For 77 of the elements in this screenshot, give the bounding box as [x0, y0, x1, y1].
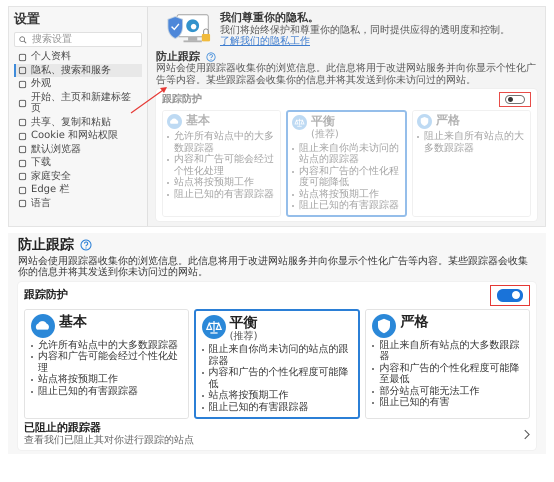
option-bullet: 阻止已知的有害跟踪器 — [174, 188, 274, 200]
option-bullet: 阻止已知的有害 — [379, 397, 450, 409]
option-card[interactable]: 严格 阻止来自所有站点的大多数跟踪器 内容和广告的个性化程度可能降至最低 部分站点可能无法工作 阻止已知的有害 — [365, 308, 530, 420]
blocked-trackers-row[interactable]: 已阻止的跟踪器 查看我们已阻止其对你进行跟踪的站点 — [24, 422, 530, 446]
sidebar-item[interactable]: 共享、复制和粘贴 — [14, 116, 142, 130]
option-bullet: 站点将按预期工作 — [38, 374, 118, 386]
banner-title: 我们尊重你的隐私。 — [220, 12, 320, 24]
chevron-right-icon — [523, 428, 530, 440]
shield-icon — [417, 114, 432, 130]
option-bullet: 阻止来自所有站点的大多数跟踪器 — [379, 340, 520, 362]
privacy-illustration — [166, 12, 212, 45]
sidebar-item[interactable]: 默认浏览器 — [14, 142, 142, 156]
shield-icon — [372, 314, 396, 338]
settings-title: 设置 — [14, 13, 41, 28]
option-bullet: 阻止来自你尚未访问的站点的跟踪器 — [208, 344, 350, 367]
option-title: 平衡 — [311, 115, 336, 128]
bullet-dot — [372, 390, 374, 393]
cloud-icon — [167, 114, 182, 130]
option-bullet: 阻止来自所有站点的大多数跟踪器 — [424, 131, 525, 154]
section-heading: 防止跟踪 — [18, 236, 74, 253]
option-title: 严格 — [400, 314, 428, 330]
help-icon[interactable] — [80, 238, 92, 251]
sidebar-item[interactable]: Edge 栏 — [14, 183, 142, 197]
option-bullet: 站点将按预期工作 — [174, 177, 254, 188]
option-title: 基本 — [59, 314, 87, 330]
privacy-link[interactable]: 了解我们的隐私工作 — [220, 36, 310, 48]
scales-icon — [292, 115, 307, 130]
sidebar-item[interactable]: 个人资料 — [14, 50, 142, 64]
sidebar-item[interactable]: 隐私、搜索和服务 — [14, 64, 142, 78]
option-subtitle: (推荐) — [311, 129, 339, 141]
option-bullet: 站点将按预期工作 — [299, 188, 379, 200]
banner-text: 我们将始终保护和尊重你的隐私，同时提供应得的透明度和控制。 了解我们的隐私工作 — [220, 24, 511, 48]
option-bullet: 站点将按预期工作 — [208, 390, 289, 402]
section-description: 网站会使用跟踪器收集你的浏览信息。此信息将用于改进网站服务并向你显示个性化广告等内容。某些跟踪器会收集你的信息并将其发送到你未访问过的网站。 — [156, 63, 537, 86]
option-subtitle: (推荐) — [230, 330, 258, 342]
row-subtitle: 查看我们已阻止其对你进行跟踪的站点 — [24, 434, 194, 446]
sidebar-item[interactable]: 开始、主页和新建标签页 — [14, 90, 142, 116]
option-bullet: 阻止来自你尚未访问的站点的跟踪器 — [299, 142, 400, 166]
option-card[interactable]: 平衡 (推荐) 阻止来自你尚未访问的站点的跟踪器 内容和广告的个性化程度可能降低 站点将按预期工作 阻止已知的有害跟踪器 — [194, 308, 360, 420]
help-icon[interactable] — [206, 52, 216, 62]
bullet-dot — [202, 395, 204, 398]
option-bullet: 内容和广告的个性化程度可能降低 — [208, 367, 350, 390]
toggle-label: 跟踪防护 — [162, 94, 202, 106]
scales-icon — [202, 314, 226, 339]
toggle-switch[interactable] — [497, 288, 523, 302]
bullet-dot — [372, 402, 374, 404]
option-title: 平衡 — [230, 314, 258, 331]
sidebar-item[interactable]: 家庭安全 — [14, 170, 142, 184]
bullet-dot — [202, 372, 204, 374]
option-title: 严格 — [436, 114, 460, 128]
bullet-dot — [202, 406, 204, 409]
option-bullet: 内容和广告的个性化程度可能降低 — [299, 166, 400, 188]
bullet-dot — [372, 368, 374, 370]
option-bullet: 允许所有站点中的大多数跟踪器 — [174, 131, 275, 154]
option-bullet: 允许所有站点中的大多数跟踪器 — [38, 340, 178, 351]
option-bullet: 内容和广告的个性化程度可能降至最低 — [379, 362, 520, 386]
sidebar-item[interactable]: 下载 — [14, 156, 142, 170]
option-bullet: 部分站点可能无法工作 — [379, 386, 480, 397]
option-bullet: 阻止已知的有害跟踪器 — [299, 200, 399, 212]
search-field[interactable]: 搜索设置 — [14, 32, 142, 48]
sidebar-item[interactable]: 外观 — [14, 77, 142, 91]
bullet-dot — [202, 349, 204, 352]
bullet-dot — [372, 344, 374, 347]
section-description: 网站会使用跟踪器收集你的浏览信息。此信息将用于改进网站服务并向你显示个性化广告等内容。某些跟踪器会收集你的信息并将其发送到你未访问过的网站。 — [18, 256, 529, 279]
option-title: 基本 — [186, 114, 210, 128]
sidebar-item[interactable]: 语言 — [14, 196, 142, 210]
option-bullet: 阻止已知的有害跟踪器 — [208, 402, 309, 414]
option-bullet: 内容和广告可能会经过个性化处理 — [38, 351, 179, 374]
toggle-switch[interactable] — [505, 95, 525, 104]
option-bullet: 内容和广告可能会经过个性化处理 — [174, 154, 275, 177]
option-bullet: 阻止已知的有害跟踪器 — [38, 386, 138, 398]
option-card[interactable]: 基本 允许所有站点中的大多数跟踪器 内容和广告可能会经过个性化处理 站点将按预期工作 阻止已知的有害跟踪器 — [24, 308, 189, 420]
row-title: 已阻止的跟踪器 — [24, 422, 102, 434]
sidebar-item[interactable]: Cookie 和网站权限 — [14, 129, 142, 143]
cloud-icon — [31, 314, 55, 338]
toggle-label: 跟踪防护 — [24, 288, 68, 302]
section-heading: 防止跟踪 — [156, 50, 200, 63]
